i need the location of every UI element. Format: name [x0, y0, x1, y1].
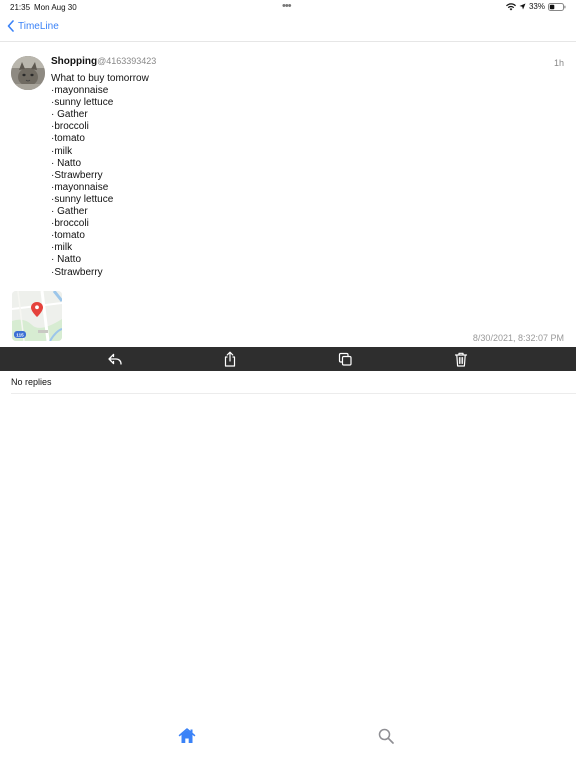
- status-bar: 21:35 Mon Aug 30 ••• 33%: [0, 0, 576, 16]
- post-action-bar: [0, 347, 576, 371]
- post-line: · Gather: [51, 109, 88, 121]
- post-line: ·tomato: [51, 230, 85, 242]
- share-icon: [224, 351, 236, 367]
- home-icon: [178, 728, 196, 743]
- post-line: ·milk: [51, 242, 73, 254]
- copy-icon: [338, 352, 352, 366]
- no-replies-text: No replies: [11, 377, 52, 387]
- post-line: What to buy tomorrow: [51, 73, 149, 84]
- post-line: ·sunny lettuce: [51, 97, 114, 109]
- post-line: · Gather: [51, 206, 88, 218]
- status-indicators: 33%: [505, 2, 566, 11]
- post-line: ·mayonnaise: [51, 181, 109, 193]
- post-line: ·tomato: [51, 133, 85, 145]
- chevron-left-icon: [7, 20, 14, 32]
- post-handle: @4163393423: [97, 56, 157, 66]
- location-arrow-icon: [519, 3, 526, 10]
- battery-icon: [548, 2, 566, 11]
- post-line: ·Strawberry: [51, 169, 103, 181]
- map-thumbnail[interactable]: 115: [12, 291, 62, 341]
- post-age: 1h: [553, 58, 564, 68]
- post-line: · Natto: [51, 157, 82, 169]
- post-timestamp: 8/30/2021, 8:32:07 PM: [472, 333, 564, 343]
- post-line: ·Strawberry: [51, 266, 103, 278]
- tab-bar: [0, 718, 576, 768]
- delete-button[interactable]: [453, 351, 469, 367]
- tab-home[interactable]: [178, 727, 196, 745]
- search-icon: [378, 728, 394, 744]
- multitasking-dots[interactable]: •••: [282, 0, 292, 12]
- status-date: Mon Aug 30: [34, 3, 77, 12]
- post-line: ·sunny lettuce: [51, 193, 114, 205]
- replies-divider: [11, 393, 576, 394]
- avatar[interactable]: [11, 56, 45, 90]
- route-shield-label: 115: [16, 333, 24, 338]
- navigation-bar: TimeLine: [0, 16, 576, 42]
- post-line: ·milk: [51, 145, 73, 157]
- map-image: 115: [12, 291, 62, 341]
- battery-percent: 33%: [528, 2, 545, 11]
- wifi-icon: [505, 2, 516, 10]
- post-author[interactable]: Shopping: [51, 56, 97, 67]
- post-header: Shopping@4163393423: [51, 56, 156, 67]
- back-button-label: TimeLine: [18, 20, 59, 32]
- tab-search[interactable]: [377, 727, 395, 745]
- trash-icon: [454, 352, 468, 367]
- reply-button[interactable]: [107, 351, 123, 367]
- post-line: ·mayonnaise: [51, 85, 109, 97]
- post-line: ·broccoli: [51, 218, 89, 230]
- status-time: 21:35: [10, 3, 31, 12]
- post-line: · Natto: [51, 254, 82, 266]
- reply-icon: [108, 353, 122, 365]
- post-line: ·broccoli: [51, 121, 89, 133]
- back-button[interactable]: TimeLine: [7, 20, 59, 32]
- share-button[interactable]: [222, 351, 238, 367]
- cat-photo: [11, 56, 45, 90]
- copy-button[interactable]: [337, 351, 353, 367]
- post-body: What to buy tomorrow ·mayonnaise ·sunny …: [51, 73, 551, 279]
